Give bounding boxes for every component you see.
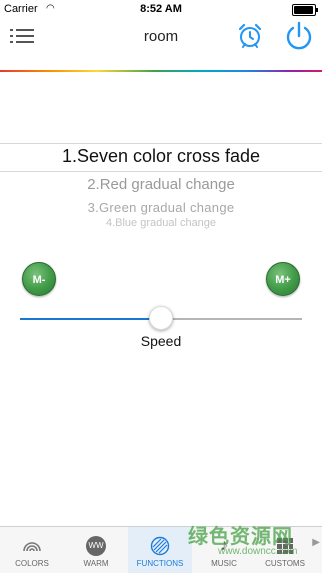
tab-label: CUSTOMS <box>265 559 305 568</box>
speed-slider[interactable] <box>20 306 302 330</box>
tab-label: MUSIC <box>211 559 237 568</box>
tab-colors[interactable]: COLORS <box>0 527 64 573</box>
tab-customs[interactable]: CUSTOMS <box>256 527 314 573</box>
slider-thumb[interactable] <box>149 306 173 330</box>
ww-icon: WW <box>86 536 106 556</box>
picker-item[interactable]: 2.Red gradual change <box>0 176 322 193</box>
nav-bar: room <box>0 18 322 72</box>
tab-label: COLORS <box>15 559 49 568</box>
picker-bottom-divider <box>0 171 322 172</box>
tab-warm[interactable]: WW WARM <box>64 527 128 573</box>
tab-functions[interactable]: FUNCTIONS <box>128 527 192 573</box>
customs-icon <box>275 536 295 556</box>
picker-item[interactable]: 4.Blue gradual change <box>0 217 322 229</box>
picker-top-divider <box>0 143 322 144</box>
slider-track-fill <box>20 318 161 320</box>
picker-item[interactable]: 3.Green gradual change <box>0 200 322 215</box>
music-icon: ♪ <box>220 537 228 554</box>
speed-label: Speed <box>140 333 182 349</box>
picker-selected-item[interactable]: 1.Seven color cross fade <box>0 146 322 167</box>
status-bar: Carrier ◠ 8:52 AM <box>0 0 322 18</box>
page-title: room <box>143 28 179 45</box>
battery-icon <box>292 4 318 16</box>
rainbow-icon <box>22 536 42 556</box>
status-time: 8:52 AM <box>140 3 182 15</box>
alarm-clock-icon[interactable] <box>236 22 264 50</box>
function-picker[interactable]: 1.Seven color cross fade 2.Red gradual c… <box>0 143 322 233</box>
tab-label: WARM <box>83 559 109 568</box>
functions-icon <box>150 536 170 556</box>
mode-minus-button[interactable]: M- <box>22 262 56 296</box>
power-icon[interactable] <box>284 20 314 52</box>
tab-music[interactable]: ♪ MUSIC <box>192 527 256 573</box>
chevron-right-icon[interactable]: ▶ <box>312 537 320 548</box>
tab-bar: COLORS WW WARM FUNCTIONS ♪ MUSIC CUSTOMS… <box>0 526 322 573</box>
mode-plus-button[interactable]: M+ <box>266 262 300 296</box>
tab-label: FUNCTIONS <box>136 559 184 568</box>
rainbow-divider <box>0 70 322 72</box>
